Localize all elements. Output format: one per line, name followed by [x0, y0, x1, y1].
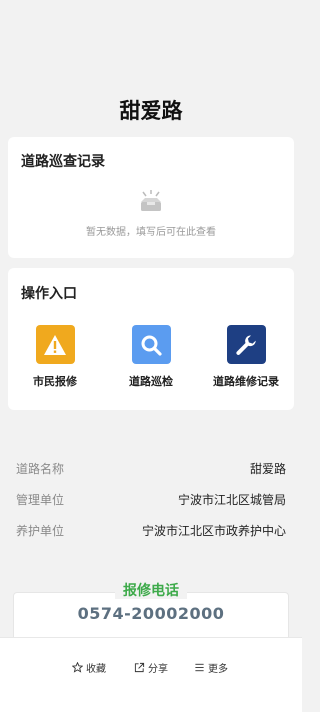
road-patrol-button[interactable]: 道路巡检 — [106, 325, 196, 389]
road-name-key: 道路名称 — [16, 461, 65, 476]
share-icon — [134, 662, 145, 673]
share-label: 分享 — [148, 664, 168, 675]
road-name-value: 甜爱路 — [249, 461, 286, 476]
management-unit-row: 管理单位 宁波市江北区城管局 — [16, 489, 286, 509]
maintenance-unit-value: 宁波市江北区市政养护中心 — [141, 523, 286, 538]
records-card-title: 道路巡查记录 — [21, 154, 105, 170]
empty-box-icon — [141, 190, 161, 211]
management-unit-value: 宁波市江北区城管局 — [177, 492, 286, 507]
patrol-records-card: 道路巡查记录 暂无数据，填写后可在此查看 — [8, 137, 294, 258]
maintenance-unit-key: 养护单位 — [16, 523, 65, 538]
star-icon — [72, 662, 83, 673]
hotline-number[interactable]: 0574-20002000 — [0, 604, 302, 623]
warning-icon — [35, 325, 75, 364]
road-name-row: 道路名称 甜爱路 — [16, 458, 286, 478]
road-patrol-label: 道路巡检 — [129, 375, 173, 388]
bottom-action-bar: 收藏 分享 更多 — [0, 637, 302, 712]
more-button[interactable]: 更多 — [194, 660, 228, 675]
page-title: 甜爱路 — [119, 99, 183, 123]
more-label: 更多 — [208, 664, 228, 675]
search-icon — [131, 325, 171, 364]
road-repair-records-button[interactable]: 道路维修记录 — [201, 325, 291, 389]
citizen-report-button[interactable]: 市民报修 — [10, 325, 100, 389]
management-unit-key: 管理单位 — [16, 492, 65, 507]
hotline-title: 报修电话 — [0, 580, 302, 600]
maintenance-unit-row: 养护单位 宁波市江北区市政养护中心 — [16, 520, 286, 540]
hotline-title-text: 报修电话 — [115, 583, 187, 599]
favorite-label: 收藏 — [86, 664, 106, 675]
wrench-icon — [226, 325, 266, 364]
share-button[interactable]: 分享 — [134, 660, 168, 675]
operations-card-title: 操作入口 — [21, 286, 77, 302]
operations-card: 操作入口 市民报修 道路巡检 道路维修记录 — [8, 268, 294, 410]
citizen-report-label: 市民报修 — [33, 375, 77, 388]
empty-state-text: 暂无数据，填写后可在此查看 — [86, 227, 216, 238]
favorite-button[interactable]: 收藏 — [72, 660, 106, 675]
road-repair-records-label: 道路维修记录 — [213, 375, 279, 388]
menu-icon — [195, 663, 204, 672]
